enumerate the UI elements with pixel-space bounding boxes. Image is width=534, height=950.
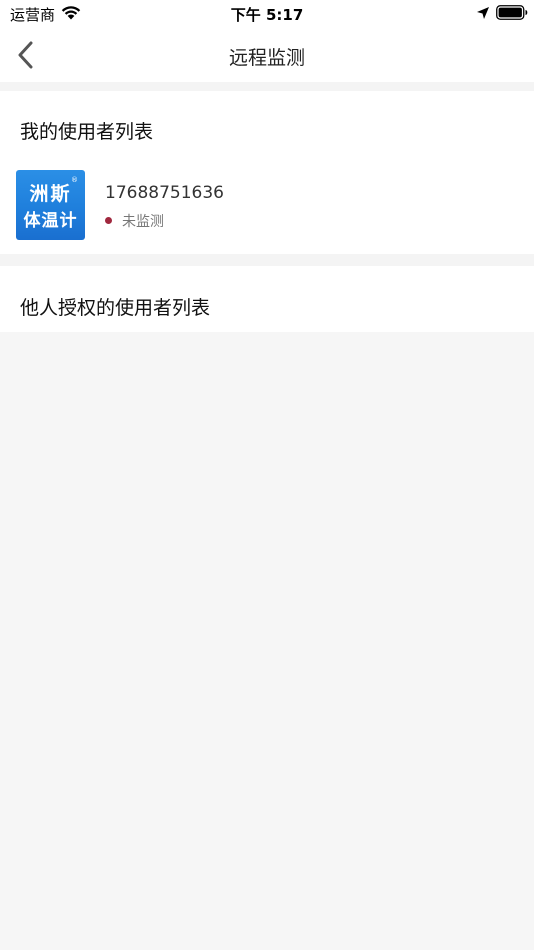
navigation-bar: 远程监测: [0, 28, 534, 82]
location-arrow-icon: [477, 7, 489, 19]
remote-monitor-screen: 运营商 下午 5:17 远程监测 我的使用者列表 洲斯 ® 体温计 176887…: [0, 0, 534, 950]
section-divider: [0, 82, 534, 91]
my-users-title: 我的使用者列表: [20, 121, 154, 143]
brand-logo-avatar: 洲斯 ® 体温计: [16, 170, 85, 240]
logo-registered-mark: ®: [71, 176, 78, 184]
my-users-section: 我的使用者列表 洲斯 ® 体温计 17688751636 未监测: [0, 91, 534, 254]
section-divider: [0, 254, 534, 266]
clock-time: 下午 5:17: [230, 6, 304, 24]
status-bar: 运营商 下午 5:17: [0, 0, 534, 28]
user-list-item[interactable]: 洲斯 ® 体温计 17688751636 未监测: [0, 165, 534, 243]
user-phone-number: 17688751636: [105, 183, 224, 203]
logo-text-product: 体温计: [23, 211, 78, 231]
status-dot-icon: [105, 217, 112, 224]
authorized-users-section: 他人授权的使用者列表: [0, 266, 534, 332]
monitor-status-label: 未监测: [122, 214, 164, 230]
battery-icon: [496, 5, 528, 20]
authorized-users-title: 他人授权的使用者列表: [20, 297, 211, 319]
page-title: 远程监测: [228, 47, 305, 69]
